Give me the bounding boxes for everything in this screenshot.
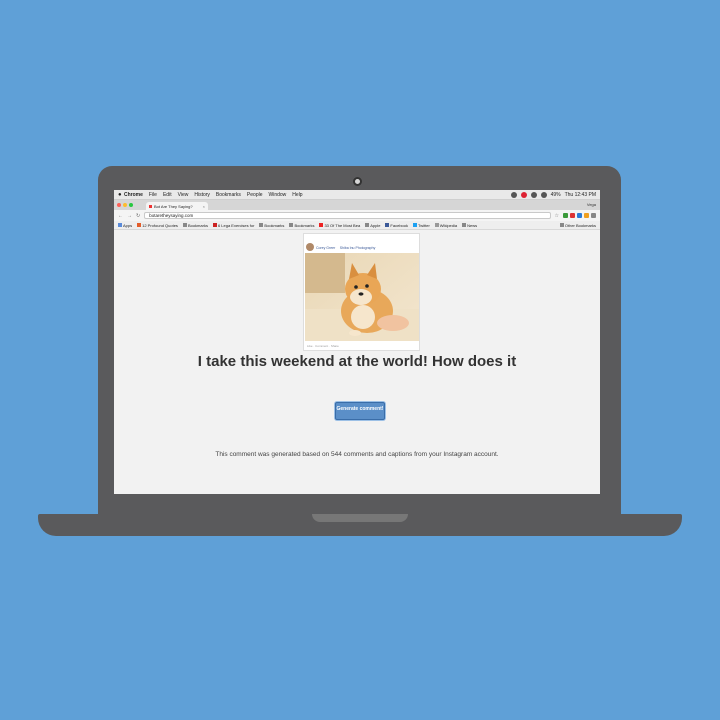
- generate-comment-button[interactable]: Generate comment!: [335, 402, 385, 420]
- browser-tab[interactable]: Bot Are They Saying? ×: [146, 202, 208, 210]
- chrome-toolbar: ← → ↻ botaretheysaying.com ☆: [114, 210, 600, 221]
- laptop-screen: ● Chrome File Edit View History Bookmark…: [114, 190, 600, 494]
- bookmark-item[interactable]: Bookmarks: [289, 223, 314, 228]
- post-page[interactable]: Shiba Inu Photography: [340, 246, 376, 250]
- folder-icon: [289, 223, 294, 227]
- mac-menubar: ● Chrome File Edit View History Bookmark…: [114, 190, 600, 200]
- bookmark-icon: [212, 223, 217, 227]
- reload-icon[interactable]: ↻: [136, 213, 140, 219]
- page-content: Corey Greer Shiba Inu Photography 2 hrs …: [114, 230, 600, 494]
- bookmark-item[interactable]: Apple: [365, 223, 380, 228]
- folder-icon: [182, 223, 187, 227]
- menu-people[interactable]: People: [247, 192, 263, 198]
- bookmark-item[interactable]: 12 Profound Quotes: [137, 223, 178, 228]
- other-bookmarks[interactable]: Other Bookmarks: [559, 223, 596, 228]
- facebook-post: Corey Greer Shiba Inu Photography 2 hrs …: [303, 233, 420, 351]
- bookmark-item[interactable]: Bookmarks: [182, 223, 208, 228]
- folder-icon: [559, 223, 564, 227]
- extension-icon[interactable]: [570, 213, 575, 218]
- menu-chrome[interactable]: Chrome: [124, 192, 143, 198]
- twitter-icon: [413, 223, 417, 227]
- post-actions[interactable]: Like · Comment · Share: [307, 344, 339, 348]
- bookmark-item[interactable]: Bookmarks: [259, 223, 284, 228]
- wifi-icon[interactable]: [540, 191, 547, 198]
- menubar-clock[interactable]: Thu 12:43 PM: [565, 192, 596, 198]
- tab-favicon-icon: [149, 204, 152, 208]
- bookmark-icon: [319, 223, 324, 227]
- extensions: [563, 213, 596, 218]
- maximize-window-icon[interactable]: [129, 203, 133, 207]
- menu-file[interactable]: File: [149, 192, 157, 198]
- bookmark-item[interactable]: Apps: [118, 223, 132, 228]
- folder-icon: [259, 223, 264, 227]
- shiba-inu-photo: [305, 253, 419, 341]
- folder-icon: [462, 223, 467, 227]
- chrome-user-profile[interactable]: Vega: [587, 202, 596, 207]
- menu-view[interactable]: View: [178, 192, 189, 198]
- generation-note: This comment was generated based on 544 …: [215, 451, 499, 458]
- tray-icon[interactable]: [530, 191, 537, 198]
- tray-alert-icon[interactable]: [520, 191, 527, 198]
- tab-close-icon[interactable]: ×: [203, 204, 205, 209]
- bookmark-item[interactable]: Twitter: [413, 223, 430, 228]
- post-author[interactable]: Corey Greer: [316, 246, 335, 250]
- bookmark-item[interactable]: Wikipedia: [434, 223, 457, 228]
- menu-help[interactable]: Help: [292, 192, 302, 198]
- apple-icon: [365, 223, 370, 227]
- extension-icon[interactable]: [584, 213, 589, 218]
- forward-icon[interactable]: →: [127, 213, 132, 219]
- wikipedia-icon: [434, 223, 439, 227]
- close-window-icon[interactable]: [117, 203, 121, 207]
- apps-icon: [118, 223, 122, 227]
- bookmark-star-icon[interactable]: ☆: [555, 213, 559, 219]
- back-icon[interactable]: ←: [118, 213, 123, 219]
- facebook-icon: [385, 223, 390, 227]
- window-controls: [117, 203, 133, 207]
- menu-window[interactable]: Window: [269, 192, 287, 198]
- bookmark-item[interactable]: 6 Lega Exercises for: [212, 223, 254, 228]
- generated-comment: I take this weekend at the world! How do…: [197, 353, 517, 370]
- minimize-window-icon[interactable]: [123, 203, 127, 207]
- tab-title: Bot Are They Saying?: [154, 203, 193, 209]
- menu-icon[interactable]: [591, 213, 596, 218]
- bookmark-item[interactable]: Facebook: [385, 223, 408, 228]
- extension-icon[interactable]: [577, 213, 582, 218]
- bookmark-item[interactable]: News: [462, 223, 477, 228]
- bookmark-icon: [137, 223, 142, 227]
- avatar[interactable]: [306, 243, 314, 251]
- bookmarks-bar: Apps 12 Profound Quotes Bookmarks 6 Lega…: [114, 221, 600, 230]
- address-bar[interactable]: botaretheysaying.com: [144, 212, 551, 219]
- extension-icon[interactable]: [563, 213, 568, 218]
- menu-history[interactable]: History: [194, 192, 210, 198]
- menu-edit[interactable]: Edit: [163, 192, 172, 198]
- tray-icon[interactable]: [510, 191, 517, 198]
- bookmark-item[interactable]: 33 Of The Most Bea: [319, 223, 360, 228]
- webcam-icon: [353, 177, 362, 186]
- chrome-tabbar: Bot Are They Saying? × Vega: [114, 200, 600, 210]
- laptop-notch: [312, 514, 408, 522]
- menu-bookmarks[interactable]: Bookmarks: [216, 192, 241, 198]
- battery-status[interactable]: 49%: [551, 192, 561, 198]
